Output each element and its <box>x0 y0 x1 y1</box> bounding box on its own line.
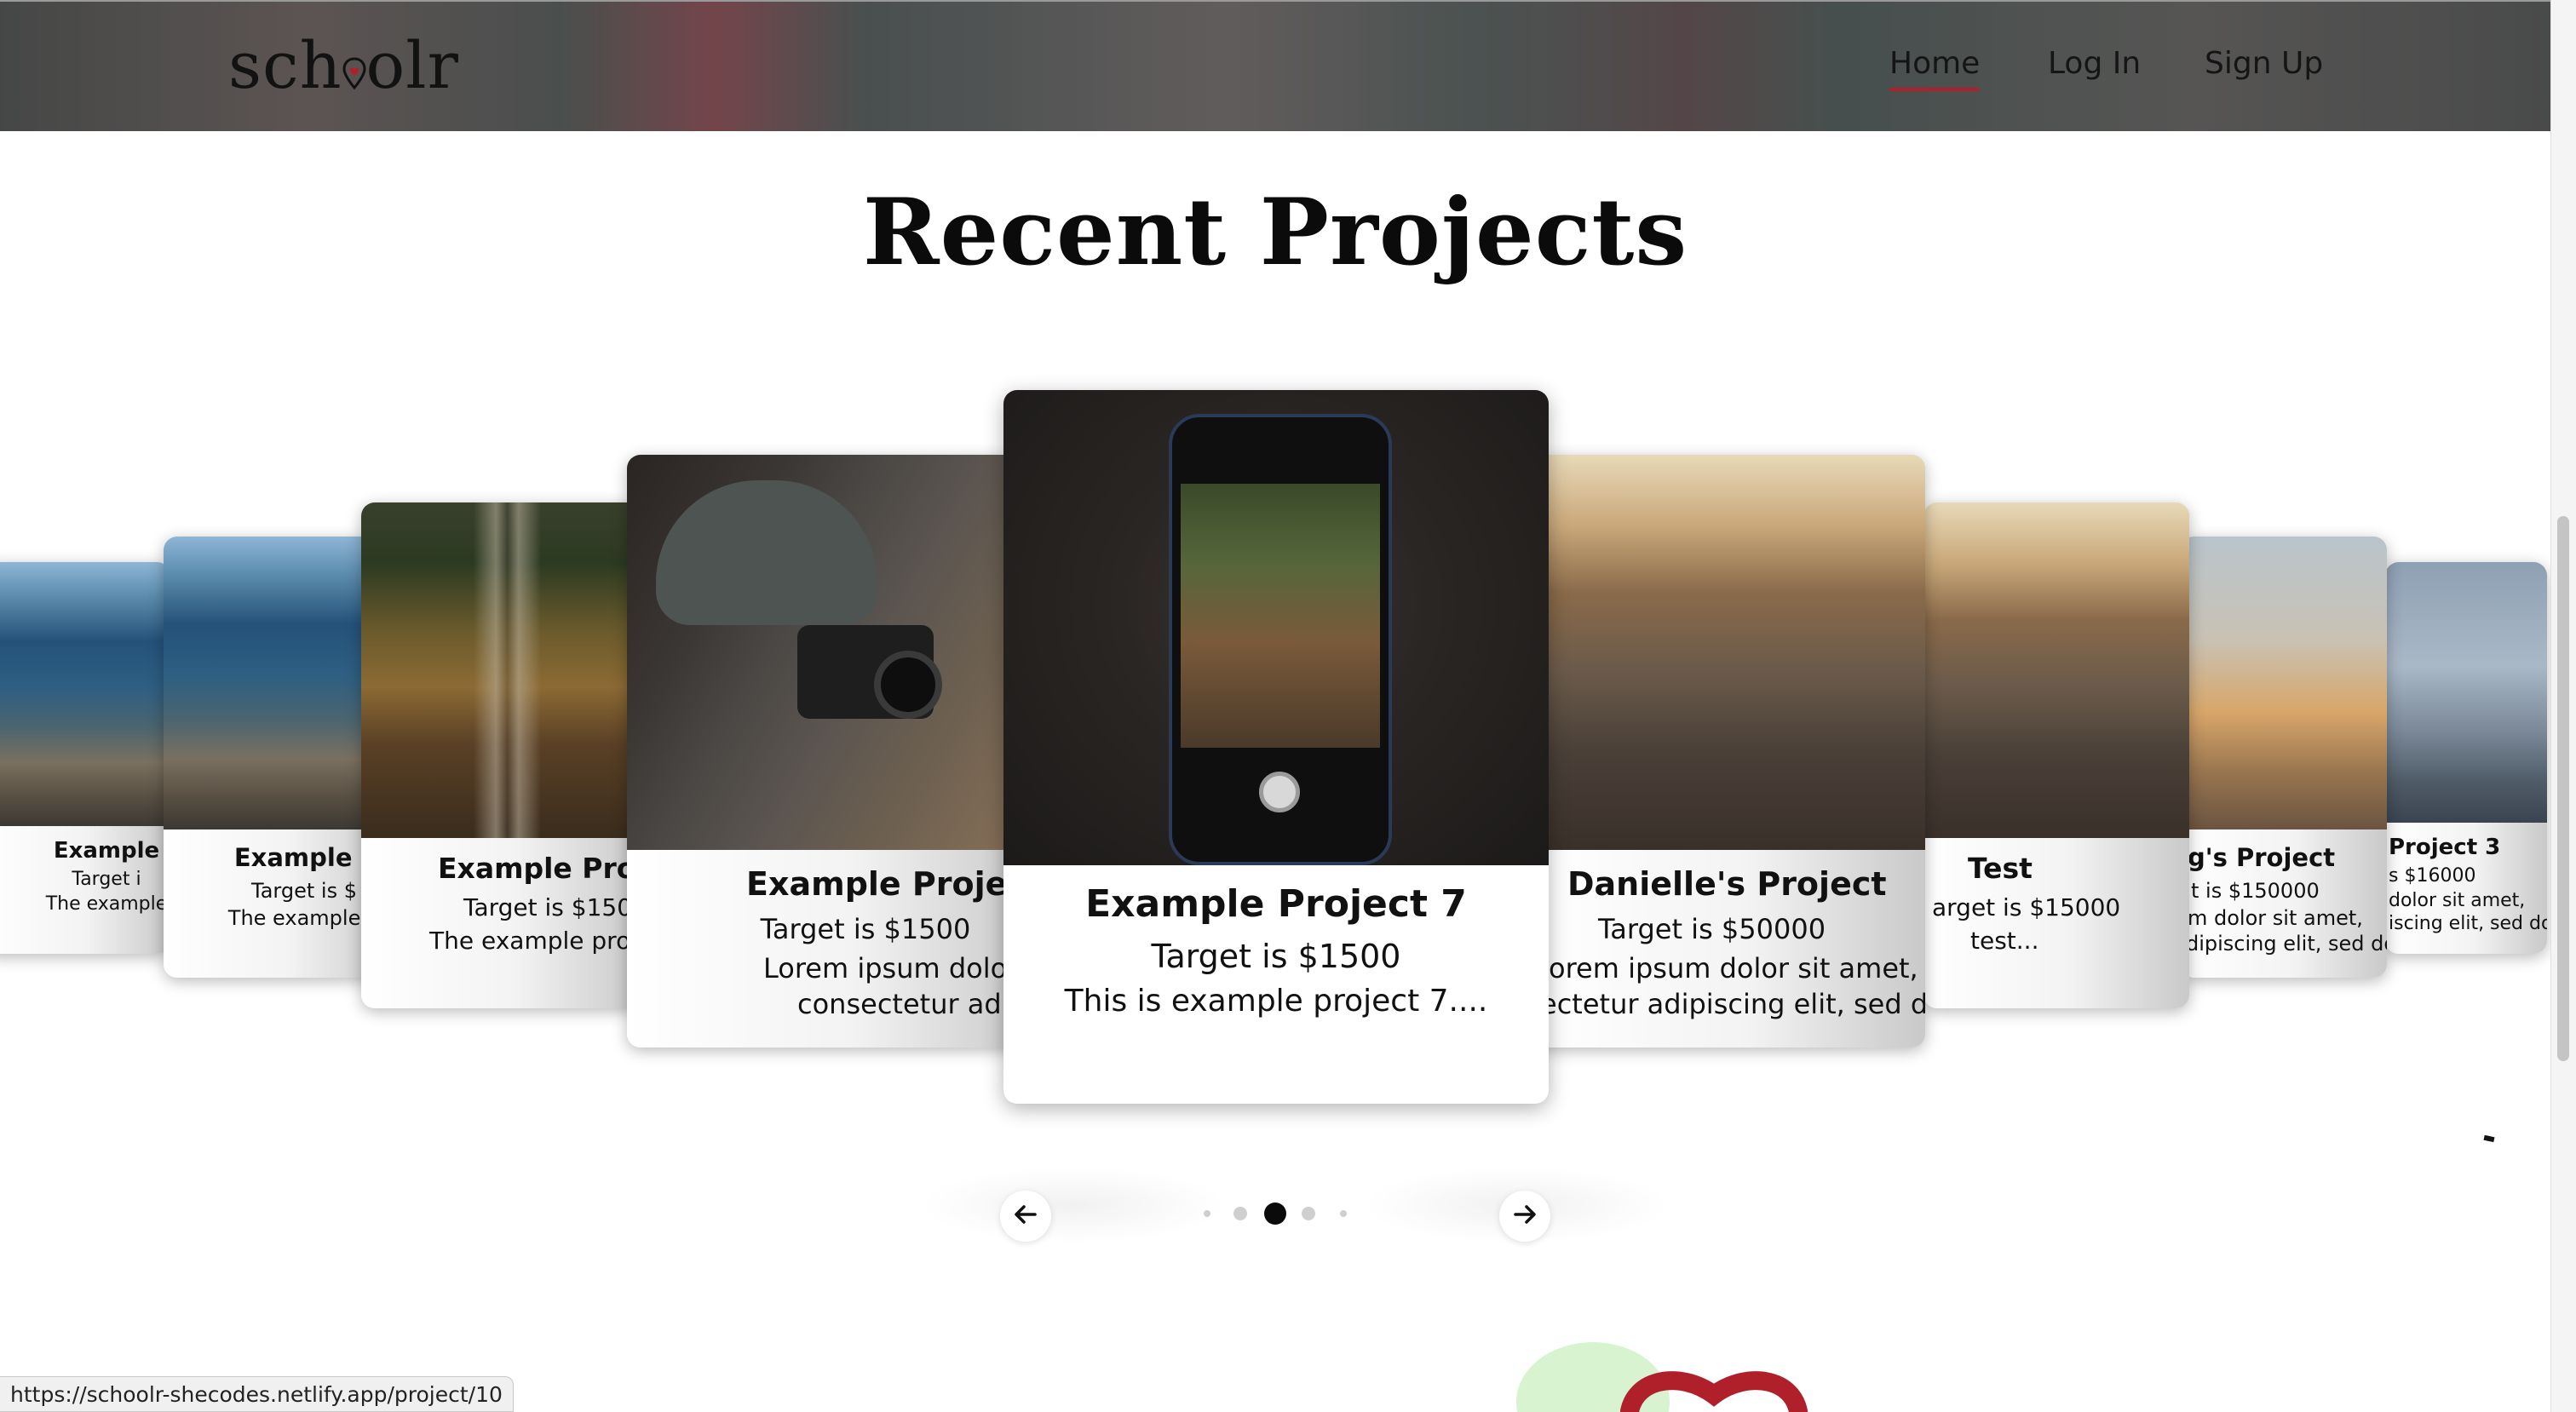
carousel-dot[interactable] <box>1204 1210 1210 1217</box>
card-image <box>0 562 170 826</box>
card-title: Example Project 7 <box>1085 882 1467 926</box>
card-title: Example <box>53 838 160 864</box>
carousel-dot[interactable] <box>1302 1207 1315 1220</box>
project-card[interactable]: Danielle's Project Target is $50000 orem… <box>1533 455 1925 1048</box>
card-description: orem ipsum dolor sit amet, <box>1549 952 1918 984</box>
nav-home-link[interactable]: Home <box>1889 46 1981 91</box>
carousel-dot[interactable] <box>1233 1207 1247 1220</box>
carousel-dot[interactable] <box>1340 1210 1347 1217</box>
site-logo[interactable]: sch olr <box>228 27 459 103</box>
scrollbar-thumb[interactable] <box>2557 516 2569 1061</box>
card-description: This is example project 7.... <box>1064 984 1488 1019</box>
carousel-controls-backdrop <box>920 1167 1227 1243</box>
card-target: Target is $50000 <box>1598 913 1826 945</box>
card-description: dolor sit amet, <box>2389 890 2526 911</box>
card-description: m dolor sit amet, <box>2188 906 2363 930</box>
status-bar-url: https://schoolr-shecodes.netlify.app/pro… <box>0 1376 514 1412</box>
nav-signup-link[interactable]: Sign Up <box>2205 46 2323 81</box>
carousel-next-button[interactable] <box>1499 1191 1550 1242</box>
card-title: Example Project 6 <box>746 865 1036 903</box>
heart-icon <box>1619 1361 1876 1412</box>
mouse-cursor <box>2483 1134 2495 1143</box>
card-title: Danielle's Project <box>1567 865 1887 903</box>
card-image <box>2385 562 2547 823</box>
card-title: Project 3 <box>2389 835 2501 860</box>
card-image <box>1003 390 1549 865</box>
logo-text-suffix: olr <box>365 27 459 103</box>
card-title: Example Pr <box>233 843 392 872</box>
card-description-2: dipiscing elit, sed do <box>2186 932 2387 956</box>
card-target: Target is $1500 <box>760 913 971 945</box>
page: sch olr Home Log In Sign Up Recent Projec… <box>0 0 2576 1412</box>
card-image <box>1923 502 2189 838</box>
card-image <box>2181 537 2387 829</box>
card-target: Target i <box>72 869 141 890</box>
card-description: The example <box>45 893 168 915</box>
card-description-2: iscing elit, sed do <box>2389 913 2547 934</box>
card-title: g's Project <box>2188 843 2336 872</box>
carousel-dot-active[interactable] <box>1264 1202 1286 1225</box>
card-title: Example Proje <box>438 852 642 885</box>
arrow-left-icon <box>1011 1200 1040 1232</box>
card-target: s $16000 <box>2389 865 2476 887</box>
card-image <box>627 455 1036 850</box>
project-card[interactable]: Example Project 6 Target is $1500 Lorem … <box>627 455 1036 1048</box>
section-title: Recent Projects <box>862 179 1688 286</box>
project-card[interactable]: Example Pr Target is $ The example p <box>164 537 394 978</box>
card-target: t is $150000 <box>2191 879 2320 903</box>
card-target: Target is $1500 <box>463 893 642 921</box>
arrow-right-icon <box>1510 1200 1539 1232</box>
logo-text-prefix: sch <box>228 27 342 103</box>
card-image <box>1533 455 1925 850</box>
project-card[interactable]: Example Proje Target is $1500 The exampl… <box>361 502 642 1008</box>
card-description: test... <box>1970 927 2039 955</box>
card-target: arget is $15000 <box>1932 893 2121 921</box>
card-title: Test <box>1968 852 2033 885</box>
nav-login-link[interactable]: Log In <box>2048 46 2141 81</box>
card-target: Target is $ <box>251 879 357 903</box>
project-card[interactable]: Project 3 s $16000 dolor sit amet, iscin… <box>2385 562 2547 954</box>
map-pin-icon <box>342 29 366 90</box>
card-target: Target is $1500 <box>1151 938 1401 975</box>
project-card-active[interactable]: Example Project 7 Target is $1500 This i… <box>1003 390 1549 1104</box>
card-description-2: consectetur adipiscing elit, se <box>797 988 1036 1020</box>
card-description: The example p <box>227 906 381 930</box>
card-description-2: ectetur adipiscing elit, sed do <box>1540 988 1925 1020</box>
project-card[interactable]: g's Project t is $150000 m dolor sit ame… <box>2181 537 2387 978</box>
project-card[interactable]: Example Target i The example <box>0 562 170 954</box>
site-header: sch olr Home Log In Sign Up <box>0 0 2550 131</box>
card-image <box>361 502 642 838</box>
card-description: Lorem ipsum dolor sit ame <box>763 952 1036 984</box>
carousel-prev-button[interactable] <box>1000 1191 1051 1242</box>
card-image <box>164 537 394 829</box>
card-description: The example proje <box>429 927 642 955</box>
project-card[interactable]: Test arget is $15000 test... <box>1923 502 2189 1008</box>
